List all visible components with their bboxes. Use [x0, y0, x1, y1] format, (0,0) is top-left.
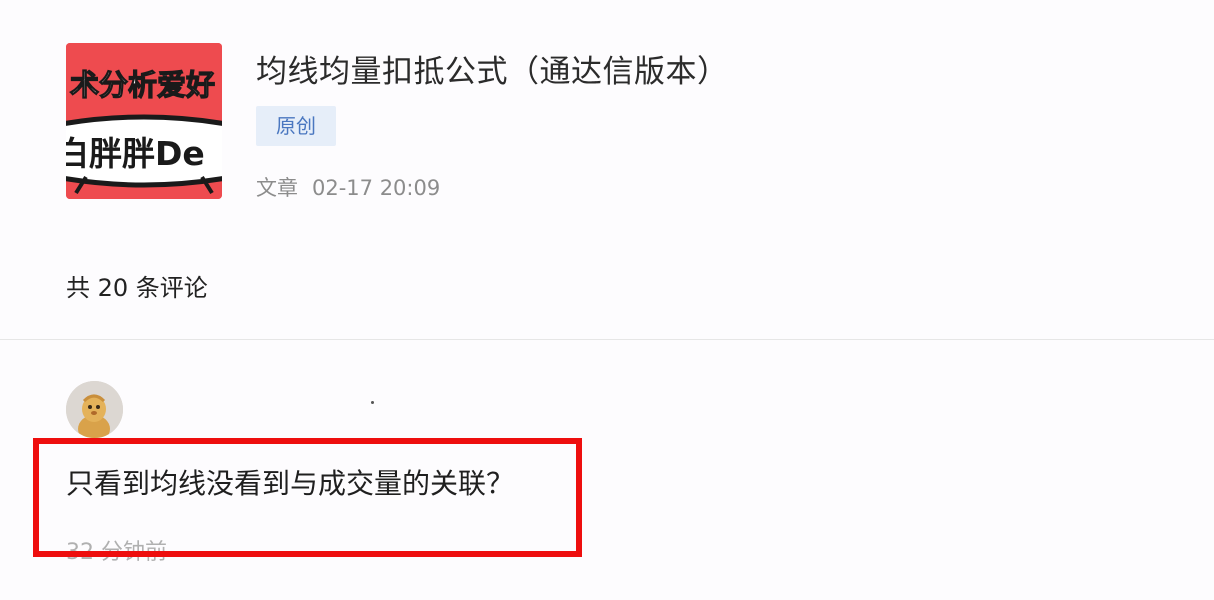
article-thumbnail[interactable]: 术分析爱好 白胖胖De — [66, 43, 222, 199]
thumbnail-image: 术分析爱好 白胖胖De — [66, 43, 222, 199]
comment-timestamp: 32 分钟前 — [66, 540, 167, 565]
article-date: 02-17 20:09 — [312, 176, 441, 200]
page: 术分析爱好 白胖胖De 均线均量扣抵公式（通达信版本） 原创 文章 02-17 2… — [0, 0, 1214, 600]
article-type: 文章 — [256, 176, 298, 200]
comment-count: 共 20 条评论 — [66, 274, 208, 302]
thumbnail-text-top: 术分析爱好 — [70, 68, 215, 102]
article-title[interactable]: 均线均量扣抵公式（通达信版本） — [256, 46, 729, 91]
comment-text: 只看到均线没看到与成交量的关联？ — [66, 467, 515, 500]
article-meta: 文章 02-17 20:09 — [256, 172, 440, 202]
divider — [0, 339, 1214, 340]
avatar-icon — [66, 381, 123, 438]
thumbnail-text-bottom: 白胖胖De — [66, 134, 205, 173]
original-badge: 原创 — [256, 106, 336, 146]
user-avatar[interactable] — [66, 381, 123, 438]
username-placeholder — [371, 401, 374, 404]
